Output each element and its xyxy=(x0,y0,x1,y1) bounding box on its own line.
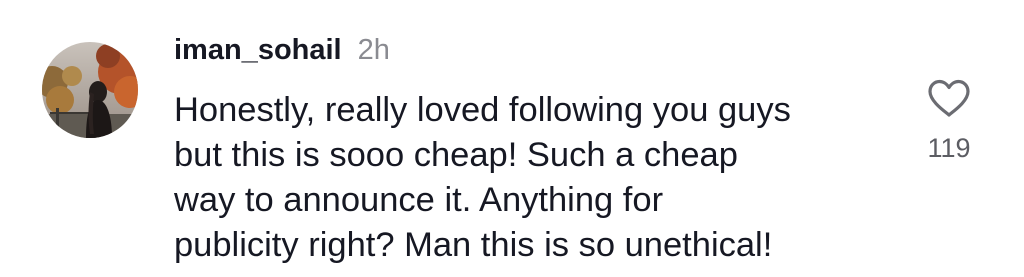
avatar[interactable] xyxy=(42,42,138,138)
heart-outline-icon xyxy=(928,79,970,117)
timestamp: 2h xyxy=(357,34,390,66)
comment-item: iman_sohail 2h Honestly, really loved fo… xyxy=(0,0,1024,277)
username[interactable]: iman_sohail xyxy=(174,34,342,67)
like-button[interactable] xyxy=(926,78,972,118)
comment-header: iman_sohail 2h xyxy=(174,34,390,74)
avatar-photo xyxy=(42,42,138,138)
like-count: 119 xyxy=(927,133,971,163)
comment-text: Honestly, really loved following you guy… xyxy=(174,91,791,264)
